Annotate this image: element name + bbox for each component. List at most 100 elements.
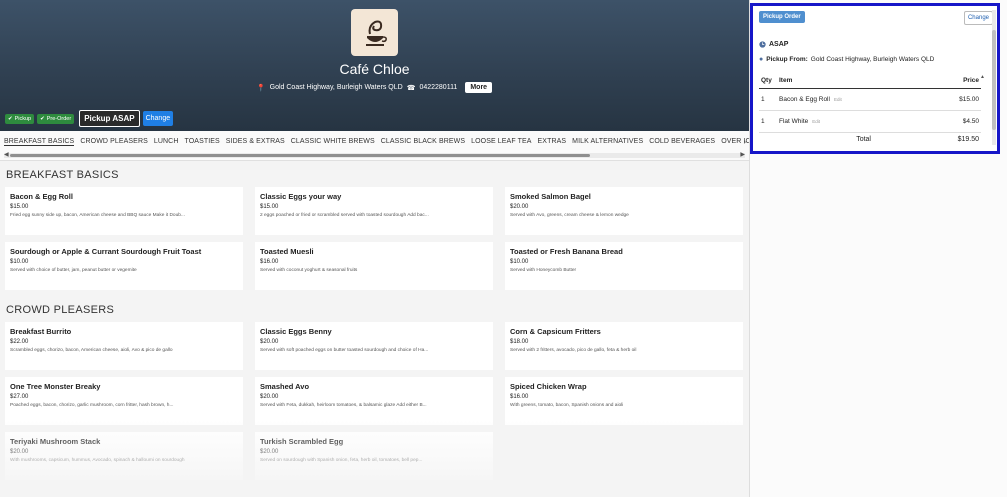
pickup-from-label: Pickup From: [766,56,808,63]
order-scroll-thumb[interactable] [992,30,996,130]
menu-item-card[interactable]: Toasted or Fresh Banana Bread $10.00 Serve… [505,242,743,290]
order-table-header: Qty Item Price [759,73,981,89]
menu-item-price: $15.00 [260,204,279,210]
menu-item-price: $20.00 [10,449,29,455]
order-table: Qty Item Price 1 Bacon & Egg Roll Edit $15.… [759,73,981,133]
menu-item-description: Served with soft poached eggs on butter … [260,348,429,353]
menu-item-name: Classic Eggs Benny [260,327,332,336]
menu-item-description: Poached eggs, bacon, chorizo, garlic mus… [10,403,174,408]
section-title: CROWD PLEASERS [6,304,115,316]
category-scroll-thumb[interactable] [10,154,590,157]
restaurant-name: Café Chloe [339,61,410,77]
order-pane: Pickup Order Change ASAP ● Pickup From: … [749,0,1007,497]
menu-item-price: $16.00 [510,394,529,400]
menu-item-price: $27.00 [10,394,29,400]
category-tab[interactable]: MILK ALTERNATIVES [572,138,643,146]
map-pin-icon: ● [759,56,764,63]
scroll-left-icon[interactable]: ◀ [4,151,9,158]
section-title: BREAKFAST BASICS [6,169,119,181]
order-summary: Pickup Order Change ASAP ● Pickup From: … [750,3,1000,154]
menu-item-description: Served with 2 fritters, avocado, pico de… [510,348,637,353]
category-nav: BREAKFAST BASICS CROWD PLEASERS LUNCH TOAST… [0,131,749,161]
menu-item-card[interactable]: Classic Eggs Benny $20.00 Served with soft… [255,322,493,370]
pickup-badge-label: Pickup [14,115,32,122]
category-tab[interactable]: BREAKFAST BASICS [4,138,75,146]
line-price: $4.50 [962,118,979,125]
menu-item-card[interactable]: Smashed Avo $20.00 Served with Feta, dukka… [255,377,493,425]
category-list: BREAKFAST BASICS CROWD PLEASERS LUNCH TOAST… [4,138,749,146]
category-scrollbar[interactable]: ◀ ▶ [4,151,745,158]
menu-item-card[interactable]: Corn & Capsicum Fritters $18.00 Served wit… [505,322,743,370]
pickup-badge: ✔ Pickup [5,113,35,124]
line-price: $15.00 [959,96,979,103]
menu-item-price: $10.00 [10,259,29,265]
qty-header: Qty [761,77,772,84]
menu-item-name: Corn & Capsicum Fritters [510,327,601,336]
map-pin-icon: 📍 [256,84,266,92]
menu-item-description: Served with coconut yoghurt & seasonal f… [260,268,358,273]
menu-item-price: $20.00 [260,394,279,400]
menu-item-description: Served with choice of butter, jam, peanu… [10,268,137,273]
menu-item-price: $10.00 [510,259,529,265]
menu-item-name: One Tree Monster Breaky [10,382,101,391]
order-change-button[interactable]: Change [963,11,993,25]
menu-item-card[interactable]: Classic Eggs your way $15.00 2 eggs poache… [255,187,493,235]
category-tab[interactable]: EXTRAS [538,138,567,146]
clock-icon [759,41,766,48]
chevron-right-icon[interactable]: › [744,139,746,146]
menu-item-name: Toasted or Fresh Banana Bread [510,247,623,256]
total-label: Total [856,136,871,143]
item-header: Item [779,77,793,84]
menu-item-name: Teriyaki Mushroom Stack [10,437,101,446]
pickup-order-button[interactable]: Pickup Order [759,11,805,23]
line-qty: 1 [761,118,765,125]
menu-item-card[interactable]: Turkish Scrambled Egg $20.00 Served on sou… [255,432,493,480]
category-tab[interactable]: SIDES & EXTRAS [226,138,285,146]
category-tab[interactable]: CLASSIC BLACK BREWS [381,138,465,146]
category-tab[interactable]: TOASTIES [185,138,220,146]
menu-item-card[interactable]: Teriyaki Mushroom Stack $20.00 With mushro… [5,432,243,480]
pickup-asap-button[interactable]: Pickup ASAP [79,110,140,127]
category-tab[interactable]: LUNCH [154,138,179,146]
change-time-button[interactable]: Change [142,111,174,126]
menu-item-description: Fried egg sunny side up, bacon, American… [10,213,185,218]
menu-item-card[interactable]: Breakfast Burrito $22.00 Scrambled eggs, c… [5,322,243,370]
scroll-right-icon[interactable]: ▶ [740,151,745,158]
line-item: Flat White Edit [779,118,931,125]
restaurant-header: Café Chloe 📍 Gold Coast Highway, Burleig… [0,0,749,131]
chevron-up-icon[interactable]: ▲ [980,74,985,80]
menu-item-card[interactable]: Spiced Chicken Wrap $16.00 With greens, to… [505,377,743,425]
menu-item-description: With mushrooms, capsicum, hummus, Avocad… [10,458,185,463]
order-line-item: 1 Flat White Edit $4.50 [759,111,981,133]
order-scrollbar[interactable] [992,10,996,145]
restaurant-address: Gold Coast Highway, Burleigh Waters QLD [269,84,403,91]
menu-item-description: Scrambled eggs, chorizo, bacon, American… [10,348,173,353]
menu-item-card[interactable]: Toasted Muesli $16.00 Served with coconut … [255,242,493,290]
preorder-badge-label: Pre-Order [46,115,72,122]
check-icon: ✔ [40,115,45,122]
menu-item-card[interactable]: Bacon & Egg Roll $15.00 Fried egg sunny si… [5,187,243,235]
edit-link[interactable]: Edit [834,97,842,102]
phone-icon: ☎ [406,84,416,92]
edit-link[interactable]: Edit [812,119,820,124]
category-tab[interactable]: LOOSE LEAF TEA [471,138,531,146]
restaurant-info: 📍 Gold Coast Highway, Burleigh Waters QL… [0,82,749,93]
more-button[interactable]: More [465,82,493,93]
order-total: Total $19.50 [759,136,981,143]
category-tab[interactable]: CROWD PLEASERS [80,138,148,146]
menu-item-card[interactable]: One Tree Monster Breaky $27.00 Poached egg… [5,377,243,425]
cafe-logo [351,9,398,56]
category-tab[interactable]: CLASSIC WHITE BREWS [291,138,375,146]
menu-item-price: $22.00 [10,339,29,345]
category-tab[interactable]: COLD BEVERAGES [649,138,715,146]
menu-item-price: $18.00 [510,339,529,345]
menu-item-price: $15.00 [10,204,29,210]
menu-item-description: Served on sourdough with Spanish onion, … [260,458,423,463]
menu-pane: Café Chloe 📍 Gold Coast Highway, Burleig… [0,0,749,497]
menu-item-card[interactable]: Sourdough or Apple & Currant Sourdough F… [5,242,243,290]
order-time-label: ASAP [769,41,789,48]
menu-item-description: 2 eggs poached or fried or scrambled ser… [260,213,429,218]
menu-item-price: $20.00 [510,204,529,210]
menu-item-name: Sourdough or Apple & Currant Sourdough F… [10,247,202,256]
menu-item-card[interactable]: Smoked Salmon Bagel $20.00 Served with Avo… [505,187,743,235]
